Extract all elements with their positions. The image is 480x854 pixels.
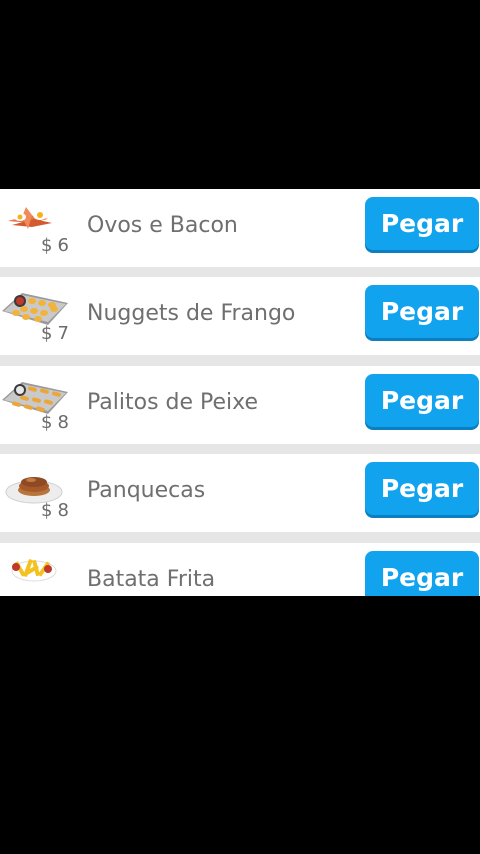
item-name: Panquecas	[87, 478, 206, 503]
pegar-button[interactable]: Pegar	[365, 462, 479, 515]
list-item-palitos-de-peixe: $8 Palitos de Peixe Pegar	[0, 366, 480, 444]
item-name: Ovos e Bacon	[87, 213, 238, 238]
item-name: Palitos de Peixe	[87, 390, 259, 415]
item-price: $8	[41, 412, 70, 433]
pegar-button[interactable]: Pegar	[365, 285, 479, 338]
pegar-button[interactable]: Pegar	[365, 374, 479, 427]
item-name: Batata Frita	[87, 567, 216, 592]
item-price: $8	[41, 500, 70, 521]
list-item-ovos-e-bacon: $6 Ovos e Bacon Pegar	[0, 189, 480, 267]
game-screen: $6 Ovos e Bacon Pegar $ 7 Nuggets de Fra…	[0, 0, 480, 854]
list-item-panquecas: $8 Panquecas Pegar	[0, 454, 480, 532]
item-price: $7	[41, 323, 70, 344]
item-price: $6	[41, 235, 70, 256]
pegar-button[interactable]: Pegar	[365, 197, 479, 250]
pegar-button[interactable]: Pegar	[365, 551, 479, 596]
item-name: Nuggets de Frango	[87, 301, 296, 326]
list-item-batata-frita: Batata Frita Pegar	[0, 543, 480, 596]
food-shop-list[interactable]: $6 Ovos e Bacon Pegar $ 7 Nuggets de Fra…	[0, 189, 480, 596]
list-item-nuggets-de-frango: $7 Nuggets de Frango Pegar	[0, 277, 480, 355]
french-fries-icon	[0, 547, 72, 596]
